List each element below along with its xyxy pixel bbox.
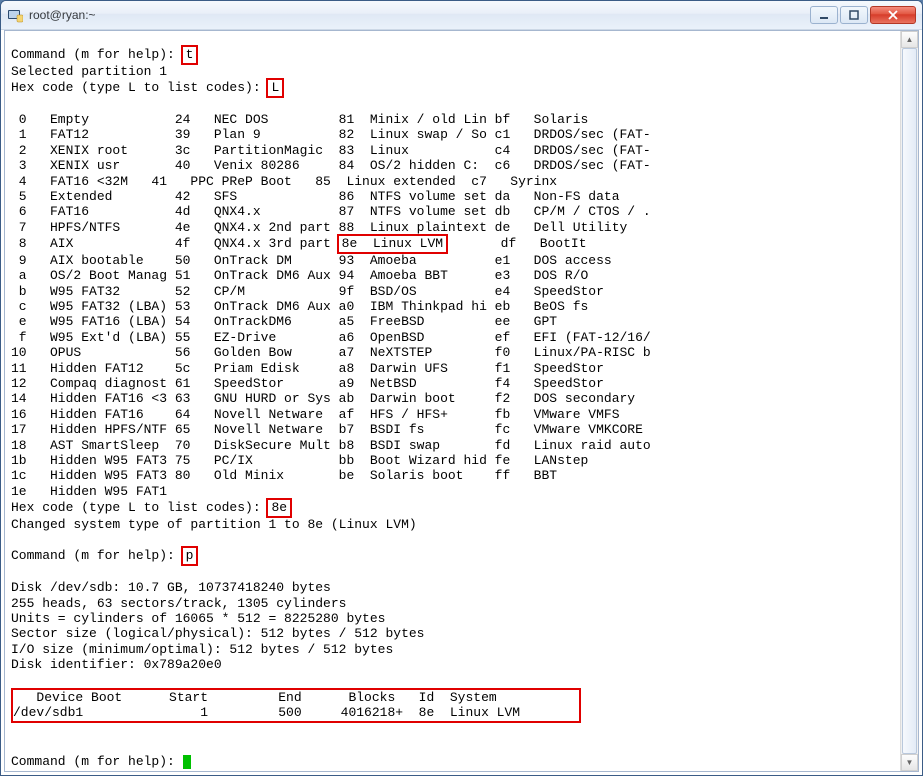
scrollbar[interactable]: ▲ ▼ bbox=[900, 31, 918, 771]
scroll-track[interactable] bbox=[901, 48, 918, 754]
highlight-partition-table: Device Boot Start End Blocks Id System /… bbox=[11, 688, 581, 723]
minimize-button[interactable] bbox=[810, 6, 838, 24]
highlight-p: p bbox=[181, 546, 199, 565]
terminal-output[interactable]: Command (m for help): t Selected partiti… bbox=[5, 31, 918, 771]
maximize-button[interactable] bbox=[840, 6, 868, 24]
cursor bbox=[183, 755, 191, 769]
highlight-8e: 8e bbox=[266, 498, 292, 517]
window-buttons bbox=[810, 6, 916, 24]
scroll-thumb[interactable] bbox=[902, 48, 917, 754]
close-button[interactable] bbox=[870, 6, 916, 24]
putty-icon bbox=[7, 7, 23, 23]
titlebar[interactable]: root@ryan:~ bbox=[1, 1, 922, 30]
highlight-L: L bbox=[266, 78, 284, 97]
scroll-up-button[interactable]: ▲ bbox=[901, 31, 918, 48]
scroll-down-button[interactable]: ▼ bbox=[901, 754, 918, 771]
putty-window: root@ryan:~ Command (m for help): t Sele… bbox=[0, 0, 923, 776]
highlight-t: t bbox=[181, 45, 199, 64]
window-title: root@ryan:~ bbox=[29, 8, 96, 22]
client-area: Command (m for help): t Selected partiti… bbox=[4, 30, 919, 772]
highlight-linux-lvm: 8e Linux LVM bbox=[337, 234, 448, 253]
